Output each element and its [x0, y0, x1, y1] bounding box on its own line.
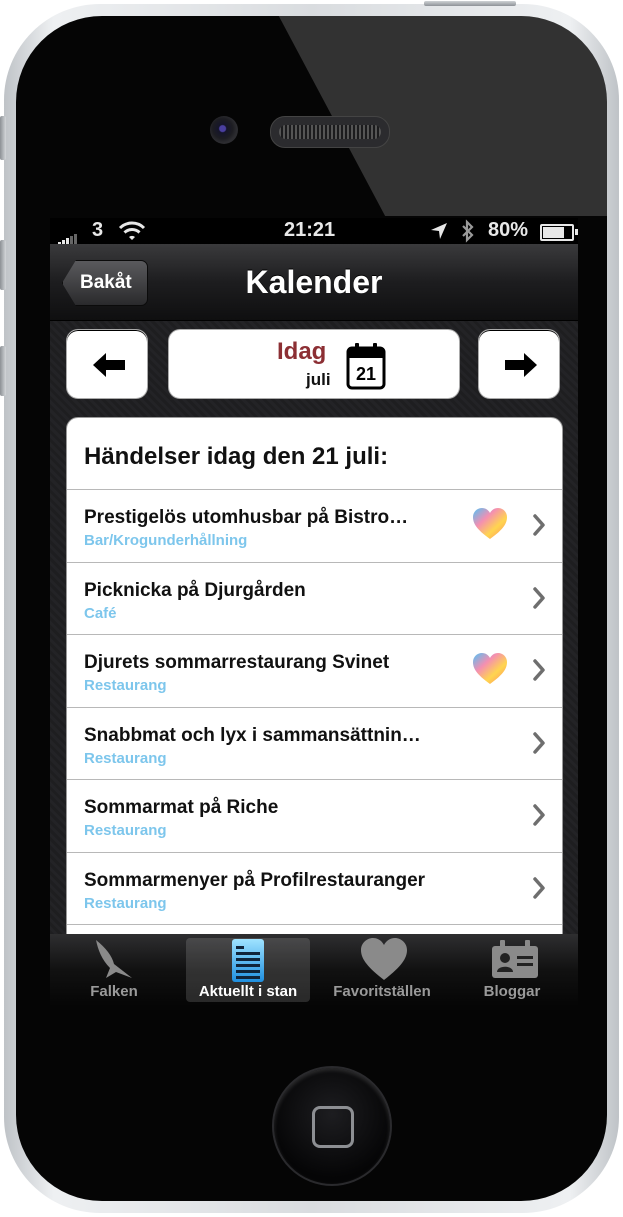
screen: 3 21:21 80% Bakåt Kalender Idag juli 21 …	[50, 218, 578, 1006]
arrow-right-icon	[505, 353, 537, 377]
event-title: Sommarmat på Riche	[84, 797, 279, 818]
event-category: Restaurang	[84, 894, 167, 912]
tab-bar: Falken Aktuellt i stan Favoritställen Bl…	[50, 934, 578, 1006]
event-title: Picknicka på Djurgården	[84, 579, 306, 601]
tab-favoritstallen[interactable]: Favoritställen	[320, 938, 444, 1002]
date-selector[interactable]: Idag juli 21	[168, 329, 460, 399]
chevron-right-icon	[533, 876, 545, 899]
calendar-icon: 21	[346, 343, 386, 390]
volume-up-button	[0, 240, 6, 290]
event-category: Restaurang	[84, 677, 167, 694]
event-category: Café	[84, 604, 117, 622]
tab-label: Favoritställen	[333, 983, 431, 1000]
today-label: Idag	[277, 338, 327, 365]
heart-icon	[361, 938, 407, 980]
favorite-heart-icon	[473, 508, 507, 539]
document-icon	[232, 939, 264, 982]
chevron-right-icon	[533, 586, 545, 609]
mute-switch	[0, 116, 6, 160]
event-category: Restaurang	[84, 749, 167, 767]
home-button[interactable]	[272, 1066, 392, 1186]
event-category: Restaurang	[84, 822, 167, 839]
page-title: Kalender	[245, 264, 383, 300]
month-label: juli	[306, 370, 331, 389]
battery-icon	[540, 224, 578, 241]
sleep-button	[424, 1, 516, 6]
event-list-item[interactable]: Sommarmat på Riche Restaurang	[67, 780, 562, 853]
battery-percentage: 80%	[488, 219, 529, 241]
front-camera	[210, 116, 238, 144]
chevron-right-icon	[533, 804, 545, 826]
event-list-item[interactable]: Prestigelös utomhusbar på Bistro… Bar/Kro…	[67, 490, 562, 563]
volume-down-button	[0, 346, 6, 396]
tab-label: Bloggar	[483, 983, 541, 1000]
next-day-button[interactable]	[478, 329, 560, 399]
status-bar: 3 21:21 80%	[50, 218, 578, 247]
location-arrow-icon	[430, 222, 448, 246]
chevron-right-icon	[533, 514, 545, 536]
tab-label: Aktuellt i stan	[198, 983, 298, 1000]
chevron-right-icon	[533, 659, 545, 681]
event-title: Djurets sommarrestaurang Svinet	[84, 652, 390, 673]
tab-aktuellt-i-stan[interactable]: Aktuellt i stan	[186, 938, 310, 1002]
calendar-content: Idag juli 21 Händelser idag den 21 juli:…	[50, 321, 578, 957]
event-title: Snabbmat och lyx i sammansättnin…	[84, 724, 421, 746]
tab-falken[interactable]: Falken	[52, 938, 176, 1002]
falcon-icon	[96, 940, 132, 978]
event-title: Sommarmenyer på Profilrestauranger	[84, 869, 426, 891]
carrier-name: 3	[92, 219, 104, 241]
event-list-item[interactable]: Djurets sommarrestaurang Svinet Restauran…	[67, 635, 562, 708]
arrow-left-icon	[93, 353, 125, 377]
event-list-item[interactable]: Sommarmenyer på Profilrestauranger Restau…	[67, 853, 562, 925]
status-time: 21:21	[284, 219, 336, 241]
navigation-bar: Bakåt Kalender	[50, 244, 578, 321]
event-list-item[interactable]: Picknicka på Djurgården Café	[67, 563, 562, 635]
event-list-item[interactable]: Snabbmat och lyx i sammansättnin… Restaur…	[67, 708, 562, 780]
event-title: Prestigelös utomhusbar på Bistro…	[84, 507, 409, 528]
id-card-icon	[492, 940, 538, 978]
tab-label: Falken	[90, 983, 138, 1000]
previous-day-button[interactable]	[66, 329, 148, 399]
calendar-day-number: 21	[356, 364, 376, 384]
events-list: Händelser idag den 21 juli: Prestigelös …	[66, 417, 563, 957]
chevron-right-icon	[533, 731, 545, 754]
tab-bloggar[interactable]: Bloggar	[450, 938, 574, 1002]
earpiece-speaker	[270, 116, 390, 148]
favorite-heart-icon	[473, 653, 507, 684]
event-category: Bar/Krogunderhållning	[84, 532, 248, 549]
events-list-header: Händelser idag den 21 juli:	[67, 418, 562, 490]
